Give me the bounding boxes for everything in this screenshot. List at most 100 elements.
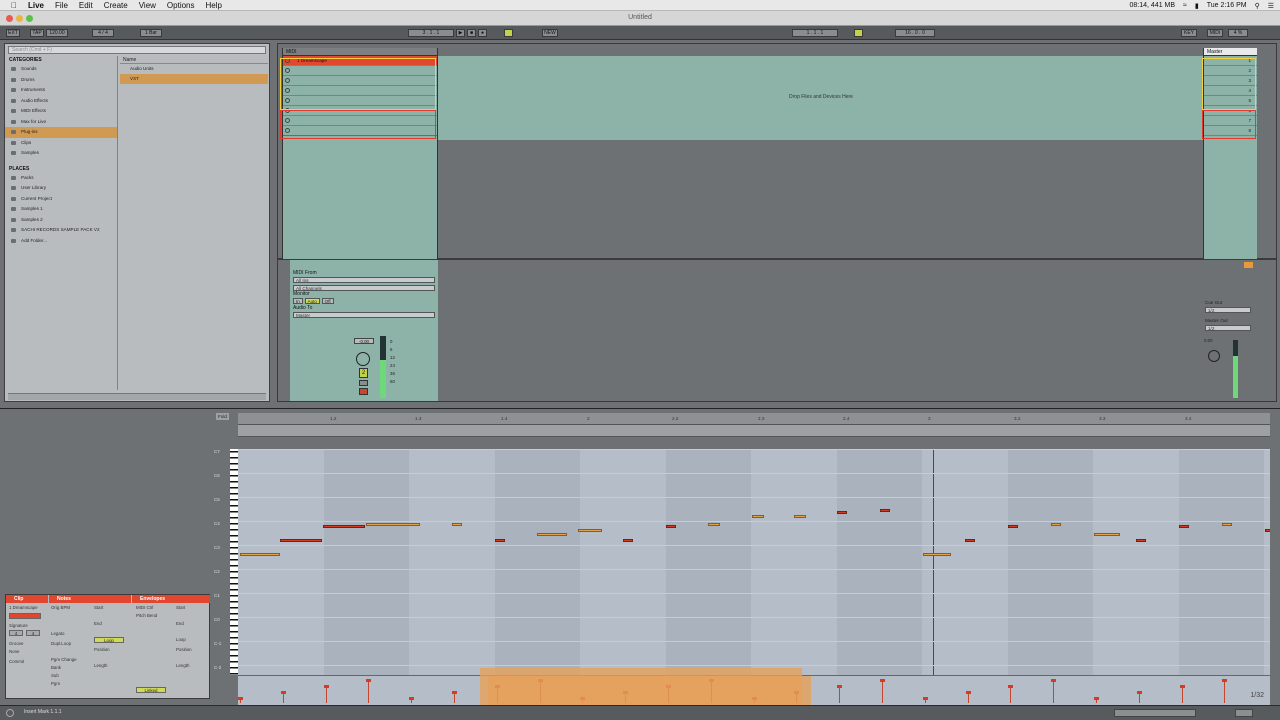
name-column-header[interactable]: Name (120, 56, 268, 64)
preview-bar[interactable] (8, 393, 266, 400)
commit-button[interactable]: Commit (9, 659, 24, 664)
menu-help[interactable]: Help (206, 1, 222, 10)
menu-options[interactable]: Options (167, 1, 195, 10)
stop-button[interactable]: ■ (467, 29, 476, 37)
midi-note[interactable] (452, 523, 462, 526)
midi-map-button[interactable]: MIDI (1207, 29, 1223, 37)
cue-out-select[interactable]: 1/2 (1205, 307, 1251, 313)
monitor-off-button[interactable]: Off (321, 298, 334, 304)
midi-note[interactable] (923, 553, 951, 556)
velocity-marker[interactable] (1008, 685, 1014, 703)
midi-note[interactable] (794, 515, 806, 518)
midi-note[interactable] (666, 525, 676, 528)
clip-color-swatch[interactable] (9, 613, 41, 619)
place-samples-2[interactable]: Samples 2 (5, 215, 117, 226)
signature-numerator[interactable]: 4 (9, 630, 23, 636)
menu-clock[interactable]: Tue 2:16 PM (1207, 2, 1247, 9)
legato-button[interactable]: Legato (51, 631, 64, 636)
midi-note[interactable] (280, 539, 322, 542)
device-chooser[interactable]: MIDI Ctrl (136, 605, 153, 610)
monitor-auto-button[interactable]: Auto (304, 298, 320, 304)
master-title[interactable]: Master (1204, 48, 1257, 56)
linked-button[interactable]: Linked (136, 687, 166, 693)
velocity-marker[interactable] (366, 679, 372, 703)
note-grid[interactable] (238, 449, 1270, 675)
midi-note[interactable] (537, 533, 567, 536)
zoom-window-button[interactable] (26, 15, 33, 22)
notes-tab[interactable]: Notes (49, 595, 131, 603)
spotlight-icon[interactable]: ⚲ (1255, 2, 1260, 10)
midi-note[interactable] (578, 529, 602, 532)
clip-tab[interactable]: Clip (6, 595, 48, 603)
battery-icon[interactable]: ▮ (1195, 2, 1199, 10)
midi-note[interactable] (1136, 539, 1146, 542)
status-toggle-icon[interactable] (6, 709, 14, 717)
velocity-marker[interactable] (452, 691, 457, 703)
midi-note[interactable] (1008, 525, 1018, 528)
category-plug-ins[interactable]: Plug-ins (5, 127, 117, 138)
midi-note[interactable] (1265, 529, 1270, 532)
category-drums[interactable]: Drums (5, 75, 117, 86)
play-button[interactable]: ▶ (456, 29, 465, 37)
tap-tempo-button[interactable]: TAP (30, 29, 44, 37)
notification-icon[interactable]: ☰ (1268, 2, 1274, 10)
velocity-marker[interactable] (280, 691, 286, 703)
category-clips[interactable]: Clips (5, 138, 117, 149)
midi-note[interactable] (495, 539, 505, 542)
category-audio-effects[interactable]: Audio Effects (5, 96, 117, 107)
category-midi-effects[interactable]: MIDI Effects (5, 106, 117, 117)
place-samples-1[interactable]: Samples 1 (5, 204, 117, 215)
master-volume-value[interactable]: 0.00 (1204, 338, 1213, 343)
velocity-marker[interactable] (409, 697, 415, 703)
record-indicator-icon[interactable] (1244, 262, 1253, 268)
midi-from-select[interactable]: All Ins (293, 277, 435, 283)
record-button[interactable]: ● (478, 29, 487, 37)
velocity-marker[interactable] (837, 685, 843, 703)
loop-start-field[interactable]: 1 . 1 . 1 (792, 29, 838, 37)
monitor-in-button[interactable]: In (293, 298, 303, 304)
ext-sync-button[interactable]: EXT (6, 29, 20, 37)
midi-note[interactable] (240, 553, 280, 556)
master-volume-knob[interactable] (1208, 350, 1220, 362)
midi-note[interactable] (965, 539, 975, 542)
velocity-marker[interactable] (1136, 691, 1142, 703)
velocity-marker[interactable] (880, 679, 885, 703)
midi-note[interactable] (880, 509, 890, 512)
menu-create[interactable]: Create (104, 1, 128, 10)
velocity-marker[interactable] (1094, 697, 1099, 703)
midi-note[interactable] (1222, 523, 1232, 526)
place-sample-pack[interactable]: SACHI RECORDS SAMPLE PACK V2 (5, 225, 117, 236)
list-item-audio-units[interactable]: Audio Units (120, 64, 268, 74)
velocity-marker[interactable] (1051, 679, 1057, 703)
menu-edit[interactable]: Edit (79, 1, 93, 10)
tempo-field[interactable]: 120.00 (46, 29, 68, 37)
category-sounds[interactable]: Sounds (5, 64, 117, 75)
category-instruments[interactable]: Instruments (5, 85, 117, 96)
menu-view[interactable]: View (139, 1, 156, 10)
volume-knob[interactable] (356, 352, 370, 366)
beat-time-ruler[interactable]: 1.2 1.3 1.4 2 2.2 2.3 2.4 3 3.2 3.3 3.4 (238, 413, 1270, 425)
master-out-select[interactable]: 1/2 (1205, 325, 1251, 331)
place-user-library[interactable]: User Library (5, 183, 117, 194)
audio-to-select[interactable]: Master (293, 312, 435, 318)
loop-length-field[interactable]: 16 . 0 . 0 (895, 29, 935, 37)
track-activator-button[interactable]: 2 (359, 368, 368, 378)
wifi-icon[interactable]: ≈ (1183, 2, 1187, 9)
velocity-marker[interactable] (1222, 679, 1228, 703)
clip-name-field[interactable]: 1 Dreamscape (9, 605, 38, 610)
time-signature-field[interactable]: 4 / 4 (92, 29, 114, 37)
place-packs[interactable]: Packs (5, 173, 117, 184)
velocity-marker[interactable] (922, 697, 928, 703)
signature-denominator[interactable]: 4 (26, 630, 40, 636)
close-window-button[interactable] (6, 15, 13, 22)
loop-brace-bar[interactable] (238, 425, 1270, 437)
piano-roll-keys[interactable]: C7 C6 C5 C4 C3 C2 C1 C0 C-1 C-2 (214, 449, 238, 675)
midi-note[interactable] (1051, 523, 1061, 526)
groove-select[interactable]: None (9, 649, 20, 654)
velocity-marker[interactable] (965, 691, 971, 703)
arm-button[interactable] (359, 388, 368, 395)
volume-value[interactable]: -0.00 (354, 338, 374, 344)
quantization-menu[interactable]: 1 Bar (140, 29, 162, 37)
track-title[interactable]: MIDI (283, 48, 437, 56)
menu-file[interactable]: File (55, 1, 68, 10)
